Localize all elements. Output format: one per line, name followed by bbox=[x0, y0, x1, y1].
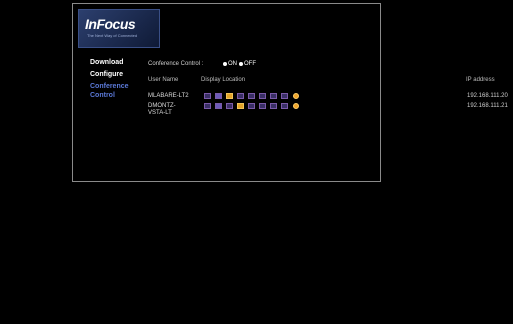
logo-tagline: The Next Way of Connected bbox=[87, 33, 138, 38]
user-name: MLABARE-LT2 bbox=[148, 93, 189, 99]
nav-configure[interactable]: Configure bbox=[90, 70, 123, 79]
radio-off[interactable]: OFF bbox=[239, 61, 256, 67]
quad-top-right-icon[interactable] bbox=[248, 93, 255, 99]
split-right-icon[interactable] bbox=[237, 93, 244, 99]
logo-brand: InFocus bbox=[85, 16, 136, 32]
quad-all-icon[interactable] bbox=[281, 93, 288, 99]
radio-off-label: OFF bbox=[244, 61, 256, 67]
ip-address: 192.168.111.20 bbox=[467, 93, 508, 99]
header-ip-address: IP address bbox=[466, 77, 495, 83]
quad-top-right-icon[interactable] bbox=[248, 103, 255, 109]
quad-top-left-icon[interactable] bbox=[204, 103, 211, 109]
quad-bottom-left-icon[interactable] bbox=[259, 93, 266, 99]
conference-control-label: Conference Control : bbox=[148, 61, 204, 67]
radio-off-dot-icon bbox=[239, 62, 243, 66]
infocus-logo: InFocus The Next Way of Connected bbox=[78, 9, 160, 48]
radio-on-dot-icon bbox=[223, 62, 227, 66]
header-user-name: User Name bbox=[148, 77, 179, 83]
full-screen-icon[interactable] bbox=[215, 103, 222, 109]
ip-address: 192.168.111.21 bbox=[467, 103, 508, 109]
quad-all-icon[interactable] bbox=[281, 103, 288, 109]
connect-icon[interactable] bbox=[293, 103, 299, 109]
split-right-icon[interactable] bbox=[237, 103, 244, 109]
full-screen-icon[interactable] bbox=[215, 93, 222, 99]
header-display-location: Display Location bbox=[201, 77, 246, 83]
display-location-icons bbox=[204, 93, 299, 99]
quad-bottom-left-icon[interactable] bbox=[259, 103, 266, 109]
nav-download[interactable]: Download bbox=[90, 58, 123, 67]
connect-icon[interactable] bbox=[293, 93, 299, 99]
user-name: DMONTZ-VSTA-LT bbox=[148, 103, 176, 116]
radio-on[interactable]: ON bbox=[223, 61, 237, 67]
quad-top-left-icon[interactable] bbox=[204, 93, 211, 99]
radio-on-label: ON bbox=[228, 61, 237, 67]
display-location-icons bbox=[204, 103, 299, 109]
split-left-icon[interactable] bbox=[226, 103, 233, 109]
split-left-icon[interactable] bbox=[226, 93, 233, 99]
nav-conference-control[interactable]: Conference Control bbox=[90, 82, 144, 100]
quad-bottom-right-icon[interactable] bbox=[270, 93, 277, 99]
quad-bottom-right-icon[interactable] bbox=[270, 103, 277, 109]
